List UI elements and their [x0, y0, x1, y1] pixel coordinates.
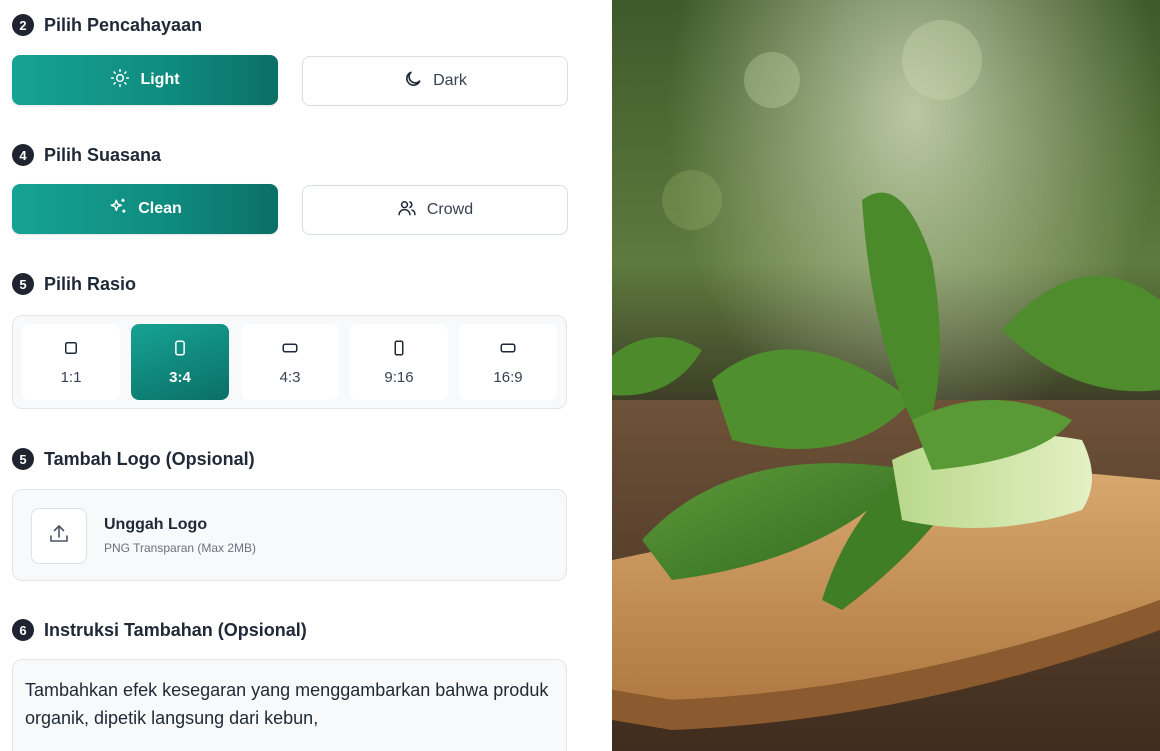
product-photo: [612, 0, 1160, 751]
step-badge: 5: [12, 448, 34, 470]
sparkles-icon: [108, 197, 128, 222]
logo-upload-dropzone[interactable]: Unggah Logo PNG Transparan (Max 2MB): [12, 489, 567, 581]
upload-icon-box: [31, 508, 87, 564]
tall-ratio-icon: [390, 339, 408, 361]
users-icon: [397, 198, 417, 223]
instructions-textarea[interactable]: Tambahkan efek kesegaran yang menggambar…: [12, 659, 567, 751]
landscape-ratio-icon: [281, 339, 299, 361]
ratio-option-1-1[interactable]: 1:1: [22, 324, 120, 400]
ratio-label: 3:4: [169, 368, 191, 386]
ratio-option-16-9[interactable]: 16:9: [459, 324, 557, 400]
ratio-label: 1:1: [60, 368, 82, 386]
step-badge: 6: [12, 619, 34, 641]
ratio-section-title: 5 Pilih Rasio: [12, 273, 136, 295]
ratio-option-4-3[interactable]: 4:3: [241, 324, 339, 400]
step-badge: 2: [12, 14, 34, 36]
lighting-title: Pilih Pencahayaan: [44, 14, 203, 35]
square-ratio-icon: [62, 339, 80, 361]
crowd-option-button[interactable]: Crowd: [302, 185, 568, 235]
wide-ratio-icon: [499, 339, 517, 361]
dark-option-label: Dark: [433, 72, 467, 89]
clean-option-button[interactable]: Clean: [12, 184, 278, 234]
settings-panel: 2 Pilih Pencahayaan Light Dark 4 Pilih S…: [0, 0, 590, 751]
instructions-title: Instruksi Tambahan (Opsional): [44, 619, 307, 640]
upload-title: Unggah Logo: [104, 516, 208, 533]
light-option-button[interactable]: Light: [12, 55, 278, 105]
lighting-section-title: 2 Pilih Pencahayaan: [12, 14, 202, 36]
clean-option-label: Clean: [138, 200, 182, 217]
ratio-option-3-4[interactable]: 3:4: [131, 324, 229, 400]
logo-title: Tambah Logo (Opsional): [44, 448, 255, 469]
ratio-label: 4:3: [279, 368, 301, 386]
ratio-title: Pilih Rasio: [44, 273, 137, 294]
upload-subtitle: PNG Transparan (Max 2MB): [104, 541, 257, 555]
instructions-section-title: 6 Instruksi Tambahan (Opsional): [12, 619, 307, 641]
light-option-label: Light: [140, 71, 180, 88]
ratio-selector: 1:1 3:4 4:3 9:16 16:9: [12, 315, 567, 409]
step-badge: 5: [12, 273, 34, 295]
portrait-ratio-icon: [171, 339, 189, 361]
moon-icon: [403, 69, 423, 94]
mood-title: Pilih Suasana: [44, 144, 162, 165]
logo-section-title: 5 Tambah Logo (Opsional): [12, 448, 255, 470]
crowd-option-label: Crowd: [426, 201, 474, 218]
sun-icon: [110, 68, 130, 93]
step-badge: 4: [12, 144, 34, 166]
ratio-label: 16:9: [493, 368, 523, 386]
mood-section-title: 4 Pilih Suasana: [12, 144, 161, 166]
ratio-option-9-16[interactable]: 9:16: [350, 324, 448, 400]
ratio-label: 9:16: [384, 368, 414, 386]
dark-option-button[interactable]: Dark: [302, 56, 568, 106]
upload-icon: [47, 522, 71, 551]
